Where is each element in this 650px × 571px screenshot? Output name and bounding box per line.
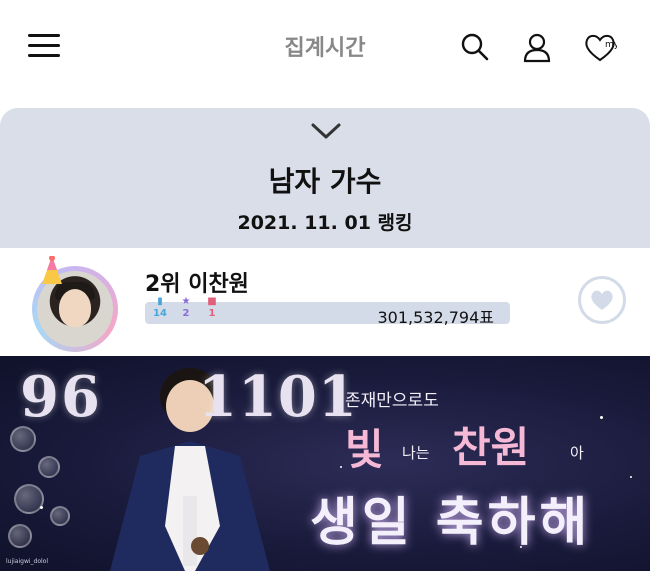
chevron-down-icon[interactable] bbox=[309, 120, 343, 142]
vote-heart-button[interactable] bbox=[578, 276, 626, 324]
sparkle bbox=[600, 416, 603, 419]
star-count: 2 bbox=[182, 308, 190, 319]
banner-word-chanwon: 찬원 bbox=[452, 423, 530, 472]
sparkle bbox=[340, 466, 342, 468]
banner-word-naneun: 나는 bbox=[402, 444, 430, 462]
bubble bbox=[8, 524, 32, 548]
search-icon[interactable] bbox=[458, 30, 492, 64]
artist-rank-name: 2위 이찬원 bbox=[145, 272, 249, 297]
bookmark-badge: ▮ 14 bbox=[151, 296, 169, 324]
gift-badge: ■ 1 bbox=[203, 296, 221, 324]
menu-icon[interactable] bbox=[28, 34, 60, 60]
bookmark-count: 14 bbox=[153, 308, 167, 319]
party-hat-icon bbox=[42, 256, 62, 284]
artist-row[interactable]: 2위 이찬원 ▮ 14 ★ 2 ■ 1 301,532,794표 bbox=[0, 248, 650, 356]
banner-watermark: lujiaigwi_dolol bbox=[6, 558, 49, 565]
banner-tagline: 존재만으로도 bbox=[345, 391, 439, 411]
bubble bbox=[50, 506, 70, 526]
birthday-banner[interactable]: 96 1101 존재만으로도 빛 나는 찬원 아 생일 축하해 lujiaigw… bbox=[0, 356, 650, 571]
gift-count: 1 bbox=[208, 308, 216, 319]
vote-count: 301,532,794표 bbox=[377, 308, 494, 327]
top-bar: 집계시간 my bbox=[0, 0, 650, 100]
ranking-panel: 남자 가수 2021. 11. 01 랭킹 bbox=[0, 108, 650, 248]
avatar bbox=[14, 254, 124, 354]
avatar-face bbox=[59, 289, 91, 327]
banner-birthday-text: 생일 축하해 bbox=[310, 493, 592, 553]
star-badge: ★ 2 bbox=[177, 296, 195, 324]
star-icon: ★ bbox=[181, 296, 191, 307]
svg-text:my: my bbox=[605, 40, 617, 50]
banner-number-1101: 1101 bbox=[198, 364, 358, 430]
heart-icon bbox=[591, 290, 613, 310]
banner-word-a: 아 bbox=[570, 444, 584, 462]
banner-number-96: 96 bbox=[20, 364, 102, 430]
user-icon[interactable] bbox=[520, 30, 554, 64]
bubble bbox=[38, 456, 60, 478]
bubble bbox=[14, 484, 44, 514]
banner-word-bit: 빛 bbox=[345, 425, 384, 474]
heart-my-icon[interactable]: my bbox=[583, 30, 620, 64]
vote-bar: ▮ 14 ★ 2 ■ 1 301,532,794표 bbox=[145, 296, 510, 327]
gift-icon: ■ bbox=[207, 296, 217, 307]
page-title: 집계시간 bbox=[284, 36, 366, 61]
bookmark-icon: ▮ bbox=[157, 296, 163, 307]
category-title: 남자 가수 bbox=[268, 165, 382, 198]
ranking-date: 2021. 11. 01 랭킹 bbox=[237, 212, 413, 234]
sparkle bbox=[630, 476, 632, 478]
